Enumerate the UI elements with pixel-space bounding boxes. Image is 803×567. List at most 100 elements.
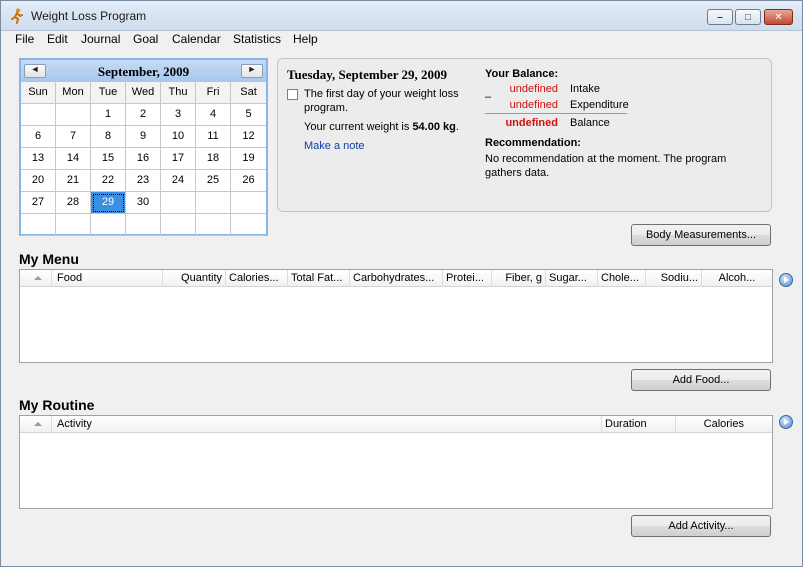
calendar-day-cell[interactable]: 4	[196, 104, 231, 126]
calendar-day-name: Sun	[21, 82, 56, 104]
col-activity[interactable]: Activity	[52, 416, 602, 433]
calendar-empty-cell	[56, 214, 91, 236]
col-alcohol[interactable]: Alcoh...	[702, 270, 772, 287]
balance-dash: –	[485, 91, 492, 103]
calendar-empty-cell	[91, 214, 126, 236]
menu-scroll-right-button[interactable]	[779, 273, 793, 287]
calendar-day-cell[interactable]: 1	[91, 104, 126, 126]
calendar-day-name: Mon	[56, 82, 91, 104]
add-activity-button[interactable]: Add Activity...	[631, 515, 771, 537]
menu-file[interactable]: File	[15, 32, 34, 46]
make-note-link[interactable]: Make a note	[304, 140, 365, 152]
sort-ascending-icon	[34, 276, 42, 280]
day-info-panel: Tuesday, September 29, 2009 The first da…	[277, 58, 772, 212]
col-protein[interactable]: Protei...	[443, 270, 492, 287]
intake-label: Intake	[570, 83, 600, 95]
calendar-day-cell[interactable]: 19	[231, 148, 266, 170]
col-food[interactable]: Food	[52, 270, 163, 287]
calendar-day-cell[interactable]: 18	[196, 148, 231, 170]
calendar-day-cell[interactable]: 27	[21, 192, 56, 214]
calendar-day-cell[interactable]: 11	[196, 126, 231, 148]
calendar-day-cell[interactable]: 3	[161, 104, 196, 126]
routine-scroll-right-button[interactable]	[779, 415, 793, 429]
weight-suffix: .	[455, 121, 459, 133]
calendar-day-cell[interactable]: 7	[56, 126, 91, 148]
calendar-day-name: Wed	[126, 82, 161, 104]
weight-value: 54.00 kg	[412, 121, 456, 133]
calendar-day-name: Fri	[196, 82, 231, 104]
calendar-day-cell[interactable]: 23	[126, 170, 161, 192]
expenditure-label: Expenditure	[570, 99, 629, 111]
calendar-day-cell[interactable]: 29	[91, 192, 126, 214]
calendar-empty-cell	[21, 214, 56, 236]
add-food-button[interactable]: Add Food...	[631, 369, 771, 391]
title-bar[interactable]: Weight Loss Program – □ ✕	[1, 1, 802, 31]
col-fiber[interactable]: Fiber, g	[492, 270, 546, 287]
calendar-day-cell[interactable]: 21	[56, 170, 91, 192]
menu-journal[interactable]: Journal	[81, 32, 120, 46]
menu-help[interactable]: Help	[293, 32, 318, 46]
calendar-day-cell[interactable]: 25	[196, 170, 231, 192]
minimize-icon: –	[717, 11, 723, 23]
menu-statistics[interactable]: Statistics	[233, 32, 281, 46]
arrow-right-icon: ►	[247, 64, 257, 74]
next-month-button[interactable]: ►	[241, 64, 263, 78]
col-sodium[interactable]: Sodiu...	[646, 270, 702, 287]
calendar-day-cell[interactable]: 20	[21, 170, 56, 192]
menu-calendar[interactable]: Calendar	[172, 32, 221, 46]
minimize-button[interactable]: –	[707, 9, 733, 25]
calendar-day-cell[interactable]: 8	[91, 126, 126, 148]
selected-date-title: Tuesday, September 29, 2009	[287, 67, 447, 82]
calendar-day-cell[interactable]: 2	[126, 104, 161, 126]
maximize-button[interactable]: □	[735, 9, 761, 25]
calendar-day-cell[interactable]: 26	[231, 170, 266, 192]
menu-edit[interactable]: Edit	[47, 32, 68, 46]
first-day-checkbox[interactable]	[287, 89, 298, 100]
close-icon: ✕	[774, 11, 783, 23]
calendar-day-cell[interactable]: 16	[126, 148, 161, 170]
col-cholesterol[interactable]: Chole...	[598, 270, 646, 287]
calendar-empty-cell	[126, 214, 161, 236]
col-calories[interactable]: Calories...	[226, 270, 288, 287]
col-carbohydrates[interactable]: Carbohydrates...	[350, 270, 443, 287]
calendar-day-name: Sat	[231, 82, 266, 104]
calendar-day-cell[interactable]: 30	[126, 192, 161, 214]
calendar-empty-cell	[231, 214, 266, 236]
menu-table[interactable]: Food Quantity Calories... Total Fat... C…	[19, 269, 773, 363]
balance-divider	[485, 113, 627, 114]
calendar-day-cell[interactable]: 14	[56, 148, 91, 170]
calendar-day-cell[interactable]: 5	[231, 104, 266, 126]
calendar-day-cell[interactable]: 13	[21, 148, 56, 170]
main-window: Weight Loss Program – □ ✕ File Edit Jour…	[0, 0, 803, 567]
calendar-day-cell[interactable]: 6	[21, 126, 56, 148]
menu-goal[interactable]: Goal	[133, 32, 158, 46]
calendar-day-cell[interactable]: 22	[91, 170, 126, 192]
col-quantity[interactable]: Quantity	[163, 270, 226, 287]
calendar-day-cell[interactable]: 15	[91, 148, 126, 170]
col-duration[interactable]: Duration	[602, 416, 676, 433]
sort-column-header[interactable]	[20, 270, 52, 287]
calendar-day-name: Thu	[161, 82, 196, 104]
col-calories[interactable]: Calories	[676, 416, 772, 433]
intake-value: undefined	[509, 83, 558, 95]
calendar-day-cell[interactable]: 12	[231, 126, 266, 148]
calendar: ◄ September, 2009 ► Sun Mon Tue Wed Thu Fri Sa…	[19, 58, 268, 236]
calendar-empty-cell	[231, 192, 266, 214]
balance-title: Your Balance:	[485, 68, 559, 80]
routine-table[interactable]: Activity Duration Calories	[19, 415, 773, 509]
col-total-fat[interactable]: Total Fat...	[288, 270, 350, 287]
calendar-day-cell[interactable]: 24	[161, 170, 196, 192]
calendar-day-cell[interactable]: 17	[161, 148, 196, 170]
close-button[interactable]: ✕	[764, 9, 793, 25]
body-measurements-button[interactable]: Body Measurements...	[631, 224, 771, 246]
recommendation-text: No recommendation at the moment. The pro…	[485, 153, 727, 179]
calendar-day-cell[interactable]: 9	[126, 126, 161, 148]
current-weight-text: Your current weight is 54.00 kg.	[304, 121, 459, 133]
runner-icon	[11, 8, 23, 24]
calendar-day-cell[interactable]: 10	[161, 126, 196, 148]
sort-column-header[interactable]	[20, 416, 52, 433]
calendar-day-name: Tue	[91, 82, 126, 104]
calendar-day-cell[interactable]: 28	[56, 192, 91, 214]
col-sugar[interactable]: Sugar...	[546, 270, 598, 287]
balance-label: Balance	[570, 117, 610, 129]
